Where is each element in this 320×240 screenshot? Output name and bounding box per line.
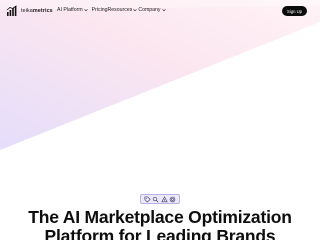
nav-item-ai-platform[interactable]: AI Platform: [57, 7, 89, 13]
nav-item-label: Pricing: [91, 7, 108, 13]
feature-badge-strip: [140, 194, 180, 204]
triangle-icon: [161, 195, 168, 202]
main-nav: AI Platform Pricing Resources Company: [57, 7, 167, 13]
logo-icon: [6, 5, 17, 16]
nav-item-company[interactable]: Company: [138, 7, 166, 13]
hero-background: [0, 0, 320, 240]
search-icon: [153, 196, 159, 202]
sign-up-button[interactable]: Sign Up: [282, 6, 307, 16]
nav-item-resources[interactable]: Resources: [108, 7, 139, 13]
headline-line-1: The AI Marketplace Optimization: [28, 207, 292, 227]
nav-item-pricing[interactable]: Pricing: [92, 7, 108, 13]
chevron-down-icon: [161, 9, 166, 12]
target-icon: [169, 196, 176, 202]
brand-logo[interactable]: teikametrics: [6, 5, 53, 17]
tag-icon: [144, 196, 151, 203]
top-navbar: teikametrics AI Platform Pricing Resourc…: [0, 0, 320, 22]
hero-headline: The AI Marketplace Optimization Platform…: [0, 208, 320, 240]
headline-line-2: Platform for Leading Brands: [44, 226, 276, 240]
brand-name: teikametrics: [21, 8, 53, 14]
hero-gradient-shape: [0, 0, 320, 150]
nav-item-label: Company: [138, 7, 161, 13]
nav-item-label: Resources: [107, 7, 133, 13]
chevron-down-icon: [83, 9, 88, 12]
nav-item-label: AI Platform: [57, 7, 83, 13]
